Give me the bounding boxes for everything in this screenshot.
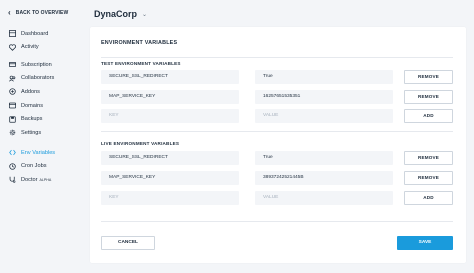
- cron-jobs-icon: [8, 162, 16, 170]
- env-variables-card: ENVIRONMENT VARIABLES TEST ENVIRONMENT V…: [90, 27, 466, 263]
- live-key-field[interactable]: SECURE_SSL_REDIRECT: [101, 151, 239, 165]
- sidebar-item-label: Settings: [21, 129, 42, 136]
- sidebar-item-label: Env Variables: [21, 149, 56, 156]
- alpha-badge: ALPHA: [39, 177, 52, 182]
- sidebar-item-collaborators[interactable]: Collaborators: [8, 72, 54, 86]
- test-new-key-input[interactable]: KEY: [101, 109, 239, 123]
- divider: [101, 57, 453, 58]
- test-section-title: TEST ENVIRONMENT VARIABLES: [101, 61, 181, 66]
- sidebar-item-label: Dashboard: [21, 30, 49, 37]
- live-new-value-input[interactable]: VALUE: [255, 191, 393, 205]
- divider: [101, 131, 453, 132]
- live-key-field[interactable]: MAP_SERVICE_KEY: [101, 171, 239, 185]
- sidebar-item-domains[interactable]: Domains: [8, 99, 54, 113]
- sidebar-item-label: Activity: [21, 44, 39, 51]
- sidebar-item-doctor[interactable]: Doctor ALPHA: [8, 173, 55, 187]
- live-value-field[interactable]: 38937242521445B: [255, 171, 393, 185]
- app-header: DynaCorp ⌄: [94, 9, 147, 19]
- sidebar-item-label: Cron Jobs: [21, 163, 47, 170]
- chevron-left-icon: ‹: [8, 8, 11, 17]
- sidebar-item-env-variables[interactable]: Env Variables: [8, 146, 55, 160]
- sidebar-item-dashboard[interactable]: Dashboard: [8, 27, 48, 41]
- sidebar: ‹ BACK TO OVERVIEW Dashboard Activity Su…: [0, 0, 77, 273]
- collaborators-icon: [8, 74, 16, 82]
- sidebar-item-label: Doctor: [21, 176, 38, 183]
- sidebar-item-activity[interactable]: Activity: [8, 41, 48, 55]
- test-key-field[interactable]: MAP_SERVICE_KEY: [101, 90, 239, 104]
- back-to-overview-link[interactable]: ‹ BACK TO OVERVIEW: [8, 9, 68, 17]
- add-button[interactable]: ADD: [404, 109, 453, 123]
- sidebar-item-backups[interactable]: Backups: [8, 112, 54, 126]
- sidebar-item-label: Subscription: [21, 61, 52, 68]
- sidebar-item-cron-jobs[interactable]: Cron Jobs: [8, 160, 55, 174]
- live-new-key-input[interactable]: KEY: [101, 191, 239, 205]
- settings-icon: [8, 129, 16, 137]
- test-new-row: KEY VALUE ADD: [101, 109, 453, 123]
- add-button[interactable]: ADD: [404, 191, 453, 205]
- activity-icon: [8, 43, 16, 51]
- remove-button[interactable]: REMOVE: [404, 90, 453, 104]
- sidebar-item-settings[interactable]: Settings: [8, 126, 54, 140]
- save-button[interactable]: SAVE: [397, 236, 453, 250]
- sidebar-group-dev: Env Variables Cron Jobs Doctor ALPHA: [8, 146, 55, 187]
- dashboard-icon: [8, 30, 16, 38]
- test-value-field[interactable]: True: [255, 70, 393, 84]
- addons-icon: [8, 88, 16, 96]
- live-value-field[interactable]: True: [255, 151, 393, 165]
- test-key-field[interactable]: SECURE_SSL_REDIRECT: [101, 70, 239, 84]
- sidebar-item-addons[interactable]: Addons: [8, 85, 54, 99]
- live-section-title: LIVE ENVIRONMENT VARIABLES: [101, 141, 180, 146]
- sidebar-item-label: Domains: [21, 102, 44, 109]
- test-value-field[interactable]: 16257651535351: [255, 90, 393, 104]
- subscription-icon: [8, 61, 16, 69]
- sidebar-item-label: Backups: [21, 116, 43, 123]
- cancel-button[interactable]: CANCEL: [101, 236, 155, 250]
- env-variables-icon: [8, 149, 16, 157]
- sidebar-item-label: Addons: [21, 88, 40, 95]
- test-new-value-input[interactable]: VALUE: [255, 109, 393, 123]
- sidebar-item-label: Collaborators: [21, 75, 55, 82]
- divider: [101, 221, 453, 222]
- sidebar-group-main: Dashboard Activity: [8, 27, 48, 54]
- remove-button[interactable]: REMOVE: [404, 70, 453, 84]
- remove-button[interactable]: REMOVE: [404, 171, 453, 185]
- live-row: MAP_SERVICE_KEY 38937242521445B REMOVE: [101, 171, 453, 185]
- sidebar-group-manage: Subscription Collaborators Addons Domain…: [8, 58, 54, 140]
- page-title: ENVIRONMENT VARIABLES: [101, 40, 178, 46]
- chevron-down-icon[interactable]: ⌄: [142, 11, 147, 18]
- back-label: BACK TO OVERVIEW: [15, 10, 69, 16]
- live-new-row: KEY VALUE ADD: [101, 191, 453, 205]
- backups-icon: [8, 115, 16, 123]
- sidebar-item-subscription[interactable]: Subscription: [8, 58, 54, 72]
- doctor-icon: [8, 176, 16, 184]
- live-row: SECURE_SSL_REDIRECT True REMOVE: [101, 151, 453, 165]
- domains-icon: [8, 102, 16, 110]
- test-row: SECURE_SSL_REDIRECT True REMOVE: [101, 70, 453, 84]
- app-switcher-title[interactable]: DynaCorp: [94, 9, 137, 19]
- test-row: MAP_SERVICE_KEY 16257651535351 REMOVE: [101, 90, 453, 104]
- remove-button[interactable]: REMOVE: [404, 151, 453, 165]
